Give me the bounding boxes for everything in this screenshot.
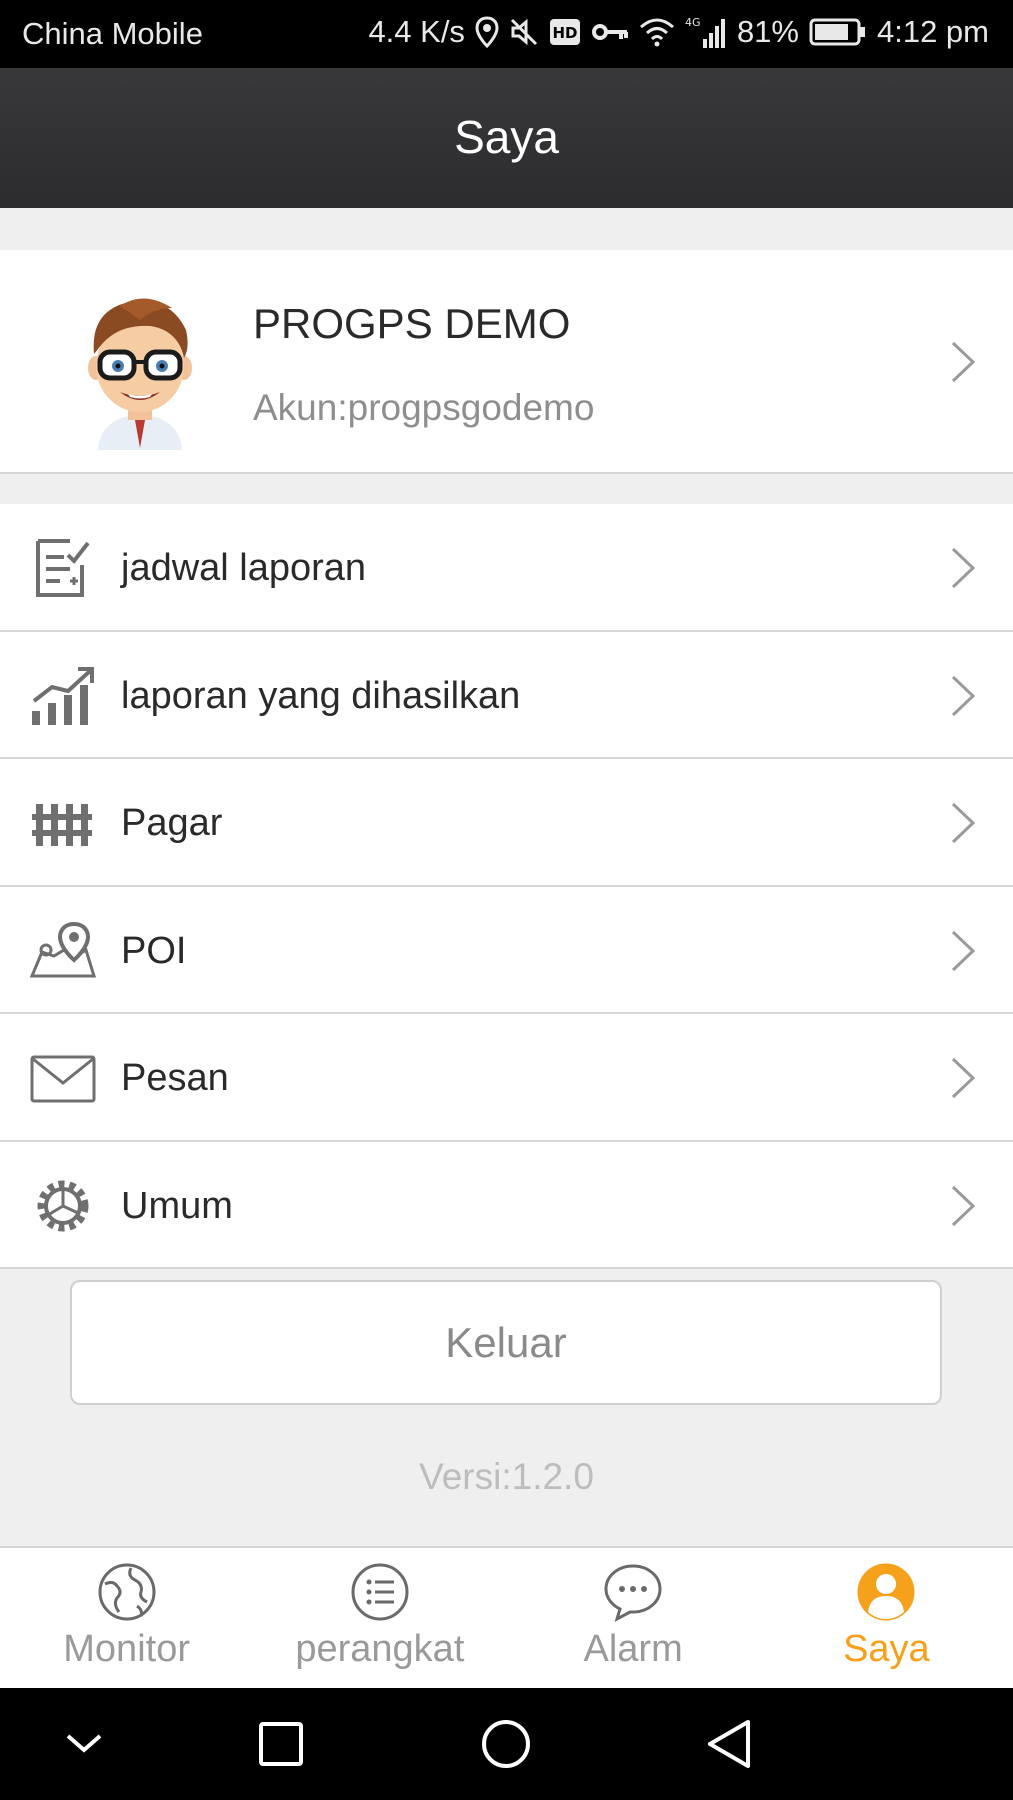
- network-speed: 4.4 K/s: [368, 14, 465, 49]
- menu-item-report-schedule[interactable]: jadwal laporan: [0, 504, 1013, 632]
- profile-account: Akun:progpsgodemo: [253, 387, 595, 428]
- mail-icon: [30, 1055, 96, 1103]
- app-version: Versi:1.2.0: [419, 1456, 594, 1497]
- menu-item-label: jadwal laporan: [121, 547, 367, 589]
- hd-icon: HD: [549, 17, 581, 47]
- bottom-tab-bar: Monitor perangkat Alarm Saya: [0, 1546, 1013, 1688]
- chevron-right-icon: [951, 1057, 976, 1099]
- status-bar: China Mobile 4.4 K/s HD 4G 81% 4:12 pm: [0, 0, 1013, 68]
- network-type: 4G: [685, 16, 701, 29]
- signal-icon: 4G: [685, 15, 727, 49]
- chevron-right-icon: [951, 547, 976, 589]
- battery-percent: 81%: [736, 14, 799, 49]
- map-pin-icon: [30, 921, 96, 977]
- menu-item-label: laporan yang dihasilkan: [121, 674, 521, 717]
- menu-item-general[interactable]: Umum: [0, 1142, 1013, 1269]
- menu-item-generated-reports[interactable]: laporan yang dihasilkan: [0, 632, 1013, 759]
- tab-label: perangkat: [295, 1628, 465, 1670]
- tab-monitor[interactable]: Monitor: [0, 1548, 253, 1688]
- user-icon: [857, 1563, 915, 1621]
- tab-alarm[interactable]: Alarm: [507, 1548, 760, 1688]
- tab-label: Alarm: [583, 1628, 683, 1670]
- chevron-right-icon: [951, 802, 976, 844]
- menu-item-fence[interactable]: Pagar: [0, 759, 1013, 887]
- tab-label: Monitor: [63, 1628, 190, 1670]
- vpn-key-icon: [591, 21, 629, 43]
- carrier-name: China Mobile: [22, 16, 203, 51]
- tab-label: Saya: [843, 1628, 930, 1670]
- tab-devices[interactable]: perangkat: [253, 1548, 506, 1688]
- globe-icon: [98, 1563, 156, 1621]
- page-title: Saya: [454, 111, 559, 163]
- battery-icon: [809, 18, 867, 46]
- home-icon[interactable]: [476, 1714, 536, 1774]
- location-icon: [475, 16, 499, 48]
- svg-text:HD: HD: [552, 24, 577, 42]
- profile-card[interactable]: PROGPS DEMO Akun:progpsgodemo: [0, 250, 1013, 474]
- app-header: Saya: [0, 68, 1013, 208]
- tab-profile[interactable]: Saya: [760, 1548, 1013, 1688]
- wifi-icon: [639, 17, 675, 47]
- profile-name: PROGPS DEMO: [253, 300, 571, 347]
- system-nav-bar: [0, 1688, 1013, 1800]
- recents-icon[interactable]: [251, 1714, 311, 1774]
- status-indicators: 4.4 K/s HD 4G 81% 4:12 pm: [368, 14, 989, 50]
- menu-item-label: POI: [121, 929, 187, 972]
- mute-icon: [509, 17, 539, 47]
- back-icon[interactable]: [700, 1714, 760, 1774]
- report-schedule-icon: [36, 539, 90, 597]
- chevron-right-icon: [951, 1185, 976, 1226]
- menu-item-label: Umum: [121, 1184, 233, 1227]
- chart-icon: [32, 666, 94, 725]
- chat-icon: [604, 1564, 662, 1622]
- avatar: [88, 298, 192, 450]
- logout-button[interactable]: Keluar: [70, 1280, 942, 1405]
- menu-item-label: Pagar: [121, 802, 223, 844]
- chevron-right-icon: [951, 675, 976, 716]
- chevron-down-icon[interactable]: [54, 1714, 114, 1774]
- fence-icon: [32, 804, 92, 846]
- menu-item-poi[interactable]: POI: [0, 887, 1013, 1014]
- chevron-right-icon: [951, 341, 976, 383]
- clock: 4:12 pm: [876, 14, 989, 49]
- menu-item-messages[interactable]: Pesan: [0, 1014, 1013, 1142]
- settings-menu: jadwal laporan laporan yang dihasilkan P…: [0, 504, 1013, 1269]
- menu-item-label: Pesan: [121, 1057, 229, 1099]
- gear-icon: [37, 1180, 89, 1231]
- chevron-right-icon: [951, 930, 976, 971]
- list-icon: [351, 1563, 409, 1621]
